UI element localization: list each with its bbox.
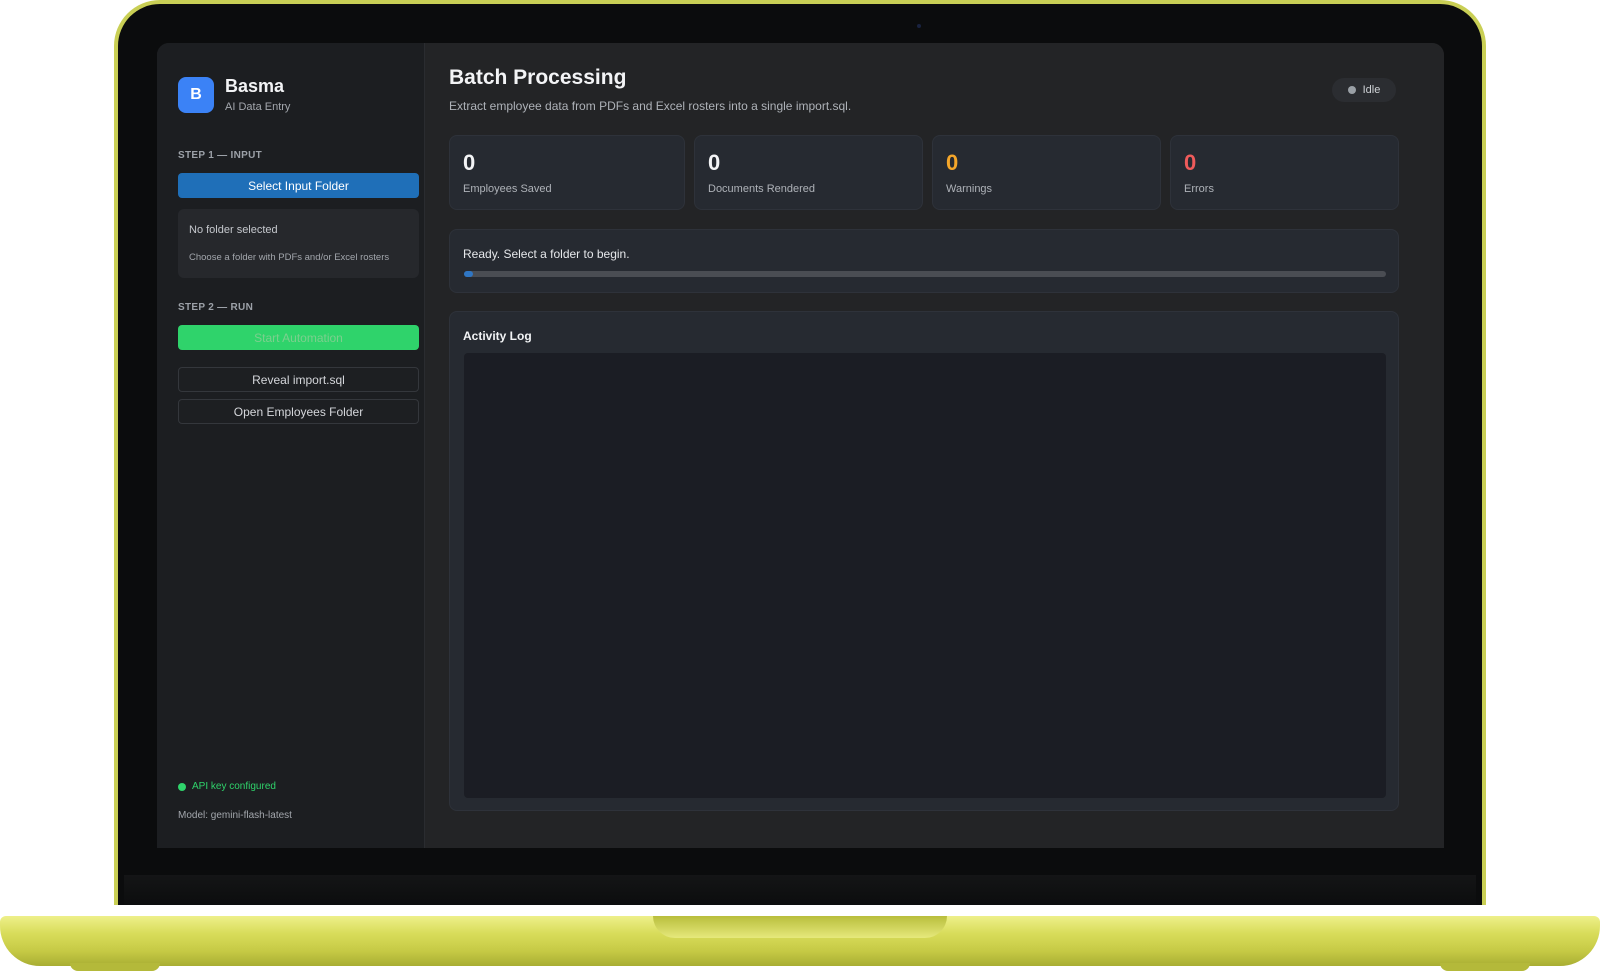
camera-icon bbox=[917, 24, 921, 28]
select-input-folder-button[interactable]: Select Input Folder bbox=[178, 173, 419, 198]
laptop-foot-right bbox=[1440, 963, 1530, 971]
stat-value: 0 bbox=[946, 150, 959, 175]
stat-label: Employees Saved bbox=[463, 183, 552, 195]
app-name: Basma bbox=[225, 76, 285, 96]
step1-label: STEP 1 — INPUT bbox=[178, 150, 263, 161]
folder-info-box: No folder selected Choose a folder with … bbox=[178, 209, 419, 278]
status-text: Idle bbox=[1362, 84, 1381, 96]
stat-label: Documents Rendered bbox=[708, 183, 816, 195]
app-subtitle: AI Data Entry bbox=[225, 101, 291, 113]
main-panel: Batch Processing Extract employee data f… bbox=[425, 43, 1444, 848]
api-status: API key configured bbox=[178, 781, 276, 792]
stat-card-employees: 0 Employees Saved bbox=[449, 135, 685, 210]
open-employees-folder-button[interactable]: Open Employees Folder bbox=[178, 399, 419, 424]
model-label: Model: gemini-flash-latest bbox=[178, 810, 292, 821]
stat-label: Warnings bbox=[946, 183, 993, 195]
stat-value: 0 bbox=[463, 150, 476, 175]
stat-card-documents: 0 Documents Rendered bbox=[694, 135, 923, 210]
sidebar: B Basma AI Data Entry STEP 1 — INPUT Sel… bbox=[157, 43, 425, 848]
api-status-text: API key configured bbox=[192, 781, 276, 792]
start-automation-button[interactable]: Start Automation bbox=[178, 325, 419, 350]
progress-bar bbox=[464, 271, 1386, 277]
laptop-chin bbox=[124, 875, 1476, 905]
progress-card: Ready. Select a folder to begin. bbox=[449, 229, 1399, 293]
brand: B Basma AI Data Entry bbox=[178, 76, 290, 113]
progress-fill bbox=[464, 271, 474, 277]
activity-log-area[interactable] bbox=[464, 353, 1386, 798]
stat-value: 0 bbox=[708, 150, 721, 175]
status-dot-icon bbox=[178, 782, 186, 791]
activity-log-card: Activity Log bbox=[449, 311, 1399, 811]
status-badge: Idle bbox=[1332, 78, 1396, 102]
app-logo: B bbox=[178, 76, 214, 113]
stat-value: 0 bbox=[1184, 150, 1197, 175]
stat-card-warnings: 0 Warnings bbox=[932, 135, 1161, 210]
page-title: Batch Processing bbox=[449, 66, 627, 89]
folder-status: No folder selected bbox=[189, 224, 278, 236]
activity-log-title: Activity Log bbox=[463, 329, 532, 343]
folder-hint: Choose a folder with PDFs and/or Excel r… bbox=[189, 252, 390, 263]
status-dot-icon bbox=[1347, 86, 1356, 94]
app-window: B Basma AI Data Entry STEP 1 — INPUT Sel… bbox=[157, 43, 1444, 848]
page-subtitle: Extract employee data from PDFs and Exce… bbox=[449, 99, 852, 113]
stat-label: Errors bbox=[1184, 183, 1214, 195]
reveal-import-sql-button[interactable]: Reveal import.sql bbox=[178, 367, 419, 392]
step2-label: STEP 2 — RUN bbox=[178, 302, 254, 313]
stat-card-errors: 0 Errors bbox=[1170, 135, 1399, 210]
laptop-foot-left bbox=[70, 963, 160, 971]
laptop-notch bbox=[653, 916, 947, 938]
progress-text: Ready. Select a folder to begin. bbox=[463, 247, 630, 261]
